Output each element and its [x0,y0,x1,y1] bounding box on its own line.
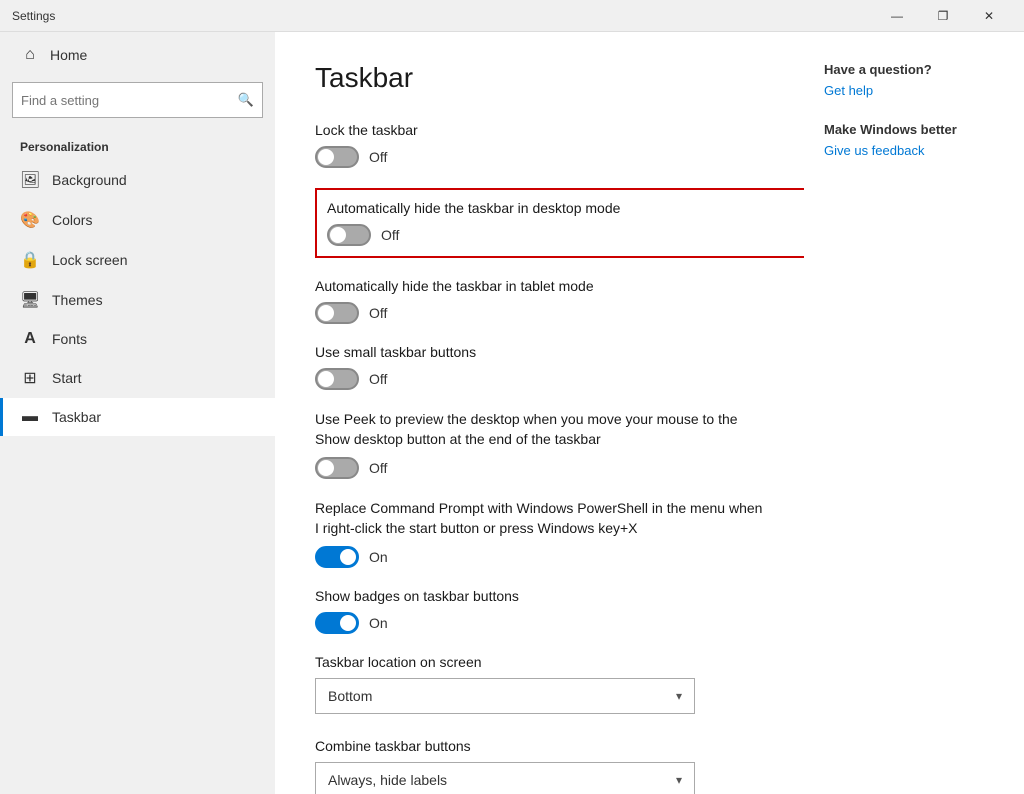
auto-hide-desktop-toggle[interactable] [327,224,371,246]
sidebar-item-colors[interactable]: 🎨 Colors [0,200,275,240]
badges-toggle-row: On [315,612,764,634]
sidebar-label-colors: Colors [52,212,92,228]
auto-hide-tablet-toggle[interactable] [315,302,359,324]
combine-buttons-dropdown[interactable]: Always, hide labels ▾ [315,762,695,794]
sidebar-section-title: Personalization [0,130,275,160]
combine-buttons-label: Combine taskbar buttons [315,738,764,754]
auto-hide-tablet-toggle-row: Off [315,302,764,324]
lock-taskbar-label: Lock the taskbar [315,122,764,138]
powershell-toggle-label: On [369,549,388,565]
have-question-label: Have a question? [824,62,1004,77]
peek-toggle[interactable] [315,457,359,479]
sidebar-item-lock-screen[interactable]: 🔒 Lock screen [0,240,275,280]
fonts-icon: A [20,330,40,348]
taskbar-location-chevron: ▾ [676,689,682,703]
give-feedback-link[interactable]: Give us feedback [824,143,1004,158]
small-buttons-label: Use small taskbar buttons [315,344,764,360]
main-content: Taskbar Lock the taskbar Off Automatical… [275,32,804,794]
make-windows-better-label: Make Windows better [824,122,1004,137]
sidebar-item-home[interactable]: ⌂ Home [0,32,275,78]
auto-hide-desktop-toggle-row: Off [327,224,804,246]
themes-icon: 🖥 [20,290,40,310]
auto-hide-desktop-label: Automatically hide the taskbar in deskto… [327,200,804,216]
close-button[interactable]: ✕ [966,0,1012,32]
peek-toggle-label: Off [369,460,387,476]
taskbar-icon: ▬ [20,408,40,426]
search-input[interactable] [21,93,238,108]
get-help-link[interactable]: Get help [824,83,1004,98]
lock-screen-icon: 🔒 [20,250,40,270]
setting-powershell: Replace Command Prompt with Windows Powe… [315,499,764,568]
setting-auto-hide-tablet: Automatically hide the taskbar in tablet… [315,278,764,324]
app-title: Settings [12,9,55,23]
powershell-toggle[interactable] [315,546,359,568]
lock-taskbar-toggle-row: Off [315,146,764,168]
setting-badges: Show badges on taskbar buttons On [315,588,764,634]
titlebar: Settings — ❐ ✕ [0,0,1024,32]
app-container: ⌂ Home 🔍 Personalization 🖼 Background 🎨 … [0,32,1024,794]
taskbar-location-row: Taskbar location on screen Bottom ▾ [315,654,764,714]
combine-buttons-chevron: ▾ [676,773,682,787]
sidebar-label-themes: Themes [52,292,103,308]
sidebar-label-start: Start [52,370,82,386]
powershell-toggle-row: On [315,546,764,568]
window-controls: — ❐ ✕ [874,0,1012,32]
sidebar-item-start[interactable]: ⊞ Start [0,358,275,398]
setting-lock-taskbar: Lock the taskbar Off [315,122,764,168]
combine-buttons-row: Combine taskbar buttons Always, hide lab… [315,738,764,794]
search-box: 🔍 [12,82,263,118]
small-buttons-toggle[interactable] [315,368,359,390]
sidebar-item-background[interactable]: 🖼 Background [0,160,275,200]
badges-label: Show badges on taskbar buttons [315,588,764,604]
highlighted-auto-hide-desktop: Automatically hide the taskbar in deskto… [315,188,804,258]
page-title: Taskbar [315,62,764,94]
auto-hide-desktop-toggle-label: Off [381,227,399,243]
combine-buttons-value: Always, hide labels [328,772,447,788]
small-buttons-toggle-label: Off [369,371,387,387]
colors-icon: 🎨 [20,210,40,230]
sidebar: ⌂ Home 🔍 Personalization 🖼 Background 🎨 … [0,32,275,794]
sidebar-item-themes[interactable]: 🖥 Themes [0,280,275,320]
background-icon: 🖼 [20,170,40,190]
minimize-button[interactable]: — [874,0,920,32]
peek-label: Use Peek to preview the desktop when you… [315,410,764,449]
taskbar-location-label: Taskbar location on screen [315,654,764,670]
right-panel: Have a question? Get help Make Windows b… [804,32,1024,794]
sidebar-label-fonts: Fonts [52,331,87,347]
sidebar-item-taskbar[interactable]: ▬ Taskbar [0,398,275,436]
sidebar-label-taskbar: Taskbar [52,409,101,425]
maximize-button[interactable]: ❐ [920,0,966,32]
peek-toggle-row: Off [315,457,764,479]
setting-peek: Use Peek to preview the desktop when you… [315,410,764,479]
taskbar-location-dropdown[interactable]: Bottom ▾ [315,678,695,714]
lock-taskbar-toggle[interactable] [315,146,359,168]
sidebar-label-background: Background [52,172,127,188]
small-buttons-toggle-row: Off [315,368,764,390]
auto-hide-tablet-toggle-label: Off [369,305,387,321]
powershell-label: Replace Command Prompt with Windows Powe… [315,499,764,538]
sidebar-label-lock-screen: Lock screen [52,252,127,268]
badges-toggle-label: On [369,615,388,631]
setting-small-buttons: Use small taskbar buttons Off [315,344,764,390]
auto-hide-tablet-label: Automatically hide the taskbar in tablet… [315,278,764,294]
lock-taskbar-toggle-label: Off [369,149,387,165]
sidebar-item-fonts[interactable]: A Fonts [0,320,275,358]
badges-toggle[interactable] [315,612,359,634]
start-icon: ⊞ [20,368,40,388]
home-icon: ⌂ [20,46,40,64]
sidebar-home-label: Home [50,47,87,63]
taskbar-location-value: Bottom [328,688,372,704]
search-icon: 🔍 [238,92,254,108]
